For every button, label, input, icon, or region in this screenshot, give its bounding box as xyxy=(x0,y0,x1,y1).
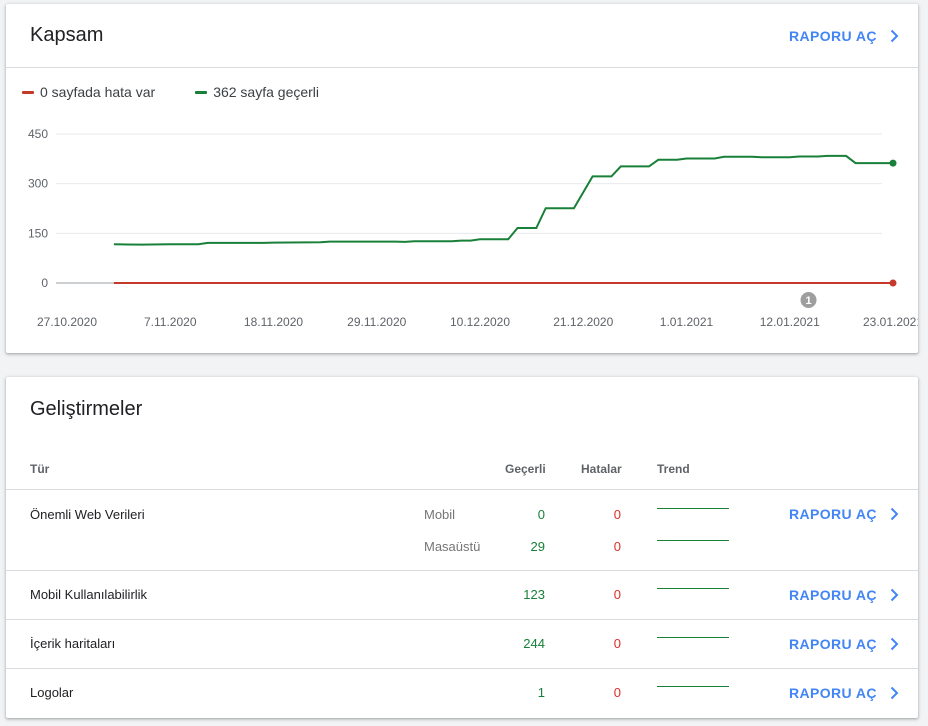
column-header-valid: Geçerli xyxy=(505,462,546,476)
trend-sparkline xyxy=(657,637,729,638)
row-error-count: 0 xyxy=(613,507,621,522)
legend-swatch-errors xyxy=(22,90,34,94)
trend-sparkline xyxy=(657,588,729,589)
row-valid-count: 123 xyxy=(523,587,545,602)
row-name: İçerik haritaları xyxy=(30,636,116,651)
annotation-label: 1 xyxy=(805,295,811,307)
y-tick-label: 0 xyxy=(41,276,48,290)
x-tick-label: 21.12.2020 xyxy=(553,315,613,329)
logos-open-report-button[interactable]: RAPORU AÇ xyxy=(789,685,901,701)
series-endpoint-valid xyxy=(889,159,897,167)
y-tick-label: 450 xyxy=(28,127,48,141)
chevron-right-icon xyxy=(890,637,899,651)
row-valid-count: 0 xyxy=(537,507,545,522)
row-divider xyxy=(6,489,918,490)
x-tick-label: 18.11.2020 xyxy=(244,315,303,329)
row-divider xyxy=(6,570,918,571)
x-tick-label: 29.11.2020 xyxy=(347,315,406,329)
mobile-usability-open-report-button[interactable]: RAPORU AÇ xyxy=(789,587,901,603)
row-error-count: 0 xyxy=(613,685,621,700)
trend-sparkline xyxy=(657,508,729,509)
chart-legend: 0 sayfada hata var 362 sayfa geçerli xyxy=(22,84,359,100)
x-tick-label: 10.12.2020 xyxy=(450,315,510,329)
x-tick-label: 27.10.2020 xyxy=(37,315,97,329)
series-line-valid xyxy=(113,154,893,246)
legend-swatch-valid xyxy=(195,90,208,94)
row-error-count: 0 xyxy=(613,636,621,651)
column-header-type: Tür xyxy=(30,462,50,476)
row-sub-label: Mobil xyxy=(424,507,456,522)
y-tick-label: 150 xyxy=(28,226,48,240)
y-tick-label: 300 xyxy=(28,177,48,191)
coverage-card: Kapsam RAPORU AÇ 0 sayfada hata var 362 … xyxy=(6,4,918,353)
row-valid-count: 29 xyxy=(530,539,545,554)
row-name: Mobil Kullanılabilirlik xyxy=(30,587,148,602)
legend-item-errors[interactable]: 0 sayfada hata var xyxy=(22,84,155,100)
coverage-title: Kapsam xyxy=(30,24,104,46)
series-endpoint-errors xyxy=(889,279,897,287)
coverage-chart: 0 150 300 450 27.10.2020 7.11.2020 18.11.2020 2… xyxy=(28,127,918,329)
legend-label-errors: 0 sayfada hata var xyxy=(40,84,156,100)
open-report-label: RAPORU AÇ xyxy=(789,685,877,701)
row-valid-count: 1 xyxy=(537,685,545,700)
coverage-open-report-button[interactable]: RAPORU AÇ xyxy=(789,28,901,44)
trend-sparkline xyxy=(657,686,729,687)
chevron-right-icon xyxy=(890,588,899,602)
legend-label-valid: 362 sayfa geçerli xyxy=(213,84,320,100)
coverage-header: Kapsam RAPORU AÇ xyxy=(6,4,918,68)
sitemaps-open-report-button[interactable]: RAPORU AÇ xyxy=(789,636,901,652)
open-report-label: RAPORU AÇ xyxy=(789,506,877,522)
x-tick-label: 23.01.2021 xyxy=(863,315,918,329)
core-web-vitals-open-report-button[interactable]: RAPORU AÇ xyxy=(789,506,901,522)
open-report-label: RAPORU AÇ xyxy=(789,587,877,603)
trend-sparkline xyxy=(657,540,729,541)
row-sub-label: Masaüstü xyxy=(424,539,481,554)
enhancements-card: Geliştirmeler Tür Geçerli Hatalar Trend … xyxy=(6,377,918,718)
x-tick-label: 7.11.2020 xyxy=(144,315,197,329)
row-error-count: 0 xyxy=(613,539,621,554)
chevron-right-icon xyxy=(890,507,899,521)
row-valid-count: 244 xyxy=(523,636,545,651)
row-name: Önemli Web Verileri xyxy=(30,507,145,522)
chevron-right-icon xyxy=(890,686,899,700)
chevron-right-icon xyxy=(890,29,899,43)
x-tick-label: 1.01.2021 xyxy=(660,315,714,329)
open-report-label: RAPORU AÇ xyxy=(789,636,877,652)
row-error-count: 0 xyxy=(613,587,621,602)
column-header-errors: Hatalar xyxy=(581,462,622,476)
row-name: Logolar xyxy=(30,685,74,700)
legend-item-valid[interactable]: 362 sayfa geçerli xyxy=(195,84,319,100)
enhancements-title: Geliştirmeler xyxy=(30,398,143,420)
x-tick-label: 12.01.2021 xyxy=(760,315,820,329)
open-report-label: RAPORU AÇ xyxy=(789,28,877,44)
column-header-trend: Trend xyxy=(657,462,690,476)
row-divider xyxy=(6,619,918,620)
row-divider xyxy=(6,668,918,669)
